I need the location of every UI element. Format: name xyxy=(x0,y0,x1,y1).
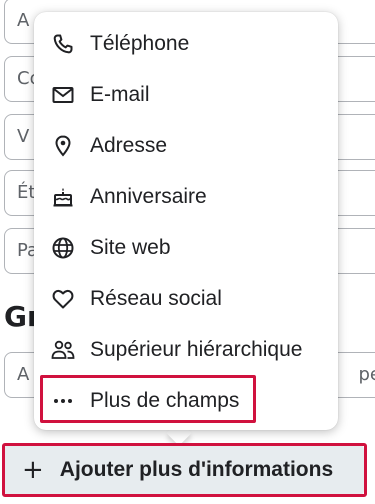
form-field-3-text: V xyxy=(17,126,30,147)
menu-item-label: Téléphone xyxy=(90,31,190,55)
menu-item-more-fields[interactable]: Plus de champs xyxy=(34,375,338,426)
group-field-text: A xyxy=(17,364,30,385)
phone-icon xyxy=(50,31,76,57)
menu-item-label: Adresse xyxy=(90,133,168,157)
heart-icon xyxy=(50,286,76,312)
menu-item-label: Supérieur hiérarchique xyxy=(90,337,303,361)
menu-item-label: Réseau social xyxy=(90,286,222,310)
menu-item-birthday[interactable]: Anniversaire xyxy=(34,171,338,222)
menu-item-phone[interactable]: Téléphone xyxy=(34,18,338,69)
menu-item-website[interactable]: Site web xyxy=(34,222,338,273)
location-pin-icon xyxy=(50,133,76,159)
cake-icon xyxy=(50,184,76,210)
menu-item-manager[interactable]: Supérieur hiérarchique xyxy=(34,324,338,375)
people-icon xyxy=(50,337,76,363)
menu-item-label: Anniversaire xyxy=(90,184,207,208)
menu-item-label: Site web xyxy=(90,235,171,259)
menu-item-label: E-mail xyxy=(90,82,150,106)
menu-item-address[interactable]: Adresse xyxy=(34,120,338,171)
more-horizontal-icon xyxy=(50,388,76,414)
group-field-suffix: pe xyxy=(358,364,375,385)
mail-icon xyxy=(50,82,76,108)
form-field-1-text: A xyxy=(17,10,30,31)
menu-item-label: Plus de champs xyxy=(90,388,240,412)
add-more-info-button[interactable]: + Ajouter plus d'informations xyxy=(4,444,364,496)
add-field-menu: Téléphone E-mail Adresse Anniversaire Si… xyxy=(34,12,338,430)
globe-icon xyxy=(50,235,76,261)
menu-item-email[interactable]: E-mail xyxy=(34,69,338,120)
form-field-4-text: Ét xyxy=(17,182,36,203)
menu-item-social[interactable]: Réseau social xyxy=(34,273,338,324)
add-more-info-label: Ajouter plus d'informations xyxy=(59,458,334,481)
plus-icon: + xyxy=(22,455,44,485)
